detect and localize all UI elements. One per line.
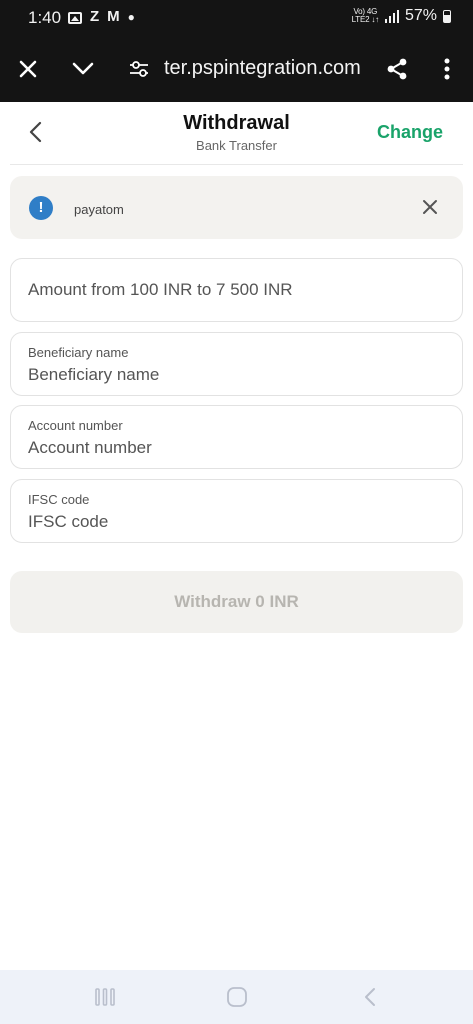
tune-icon[interactable] [125,55,153,83]
status-right: Vo) 4G LTE2 ↓↑ 57% [352,7,451,25]
gmail-icon: M [107,8,120,25]
beneficiary-input[interactable] [28,365,446,385]
status-time: 1:40 [28,8,62,27]
network-bottom: LTE2 ↓↑ [351,15,380,24]
screen: 1:40 Z M ● Vo) 4G LTE2 ↓↑ 57% ter.pspint… [0,0,473,1024]
account-input[interactable] [28,438,446,458]
ifsc-input[interactable] [28,512,446,532]
beneficiary-label: Beneficiary name [28,345,129,360]
chevron-down-icon[interactable] [69,55,97,83]
notification-icons: Z M ● [68,8,135,26]
more-vert-icon[interactable] [433,55,461,83]
ifsc-label: IFSC code [28,492,90,507]
browser-toolbar: ter.pspintegration.com [0,36,473,102]
beneficiary-field[interactable]: Beneficiary name [10,332,463,396]
info-banner: ! payatom [10,176,463,239]
account-field[interactable]: Account number [10,405,463,469]
z-app-icon: Z [90,8,100,25]
header-divider [10,164,463,165]
battery-icon [443,9,451,23]
system-nav-bar [0,970,473,1024]
back-nav-icon[interactable] [356,984,384,1010]
url-bar[interactable]: ter.pspintegration.com [164,57,361,80]
change-button[interactable]: Change [377,122,443,143]
amount-field[interactable] [10,258,463,322]
network-indicator: Vo) 4G LTE2 ↓↑ [351,8,380,24]
ifsc-field[interactable]: IFSC code [10,479,463,543]
page-header: Withdrawal Bank Transfer Change [0,102,473,166]
banner-text: payatom [74,202,124,217]
close-icon[interactable] [14,55,42,83]
signal-icon [384,9,399,23]
battery-percent: 57% [404,7,437,24]
share-icon[interactable] [383,55,411,83]
info-icon: ! [29,196,53,220]
dot-icon: ● [127,10,135,24]
account-label: Account number [28,418,123,433]
status-bar: 1:40 Z M ● Vo) 4G LTE2 ↓↑ 57% [0,0,473,36]
close-icon[interactable] [417,194,443,220]
amount-input[interactable] [28,280,446,300]
recents-icon[interactable] [91,984,119,1010]
photo-icon [68,12,82,24]
home-icon[interactable] [223,984,251,1010]
withdraw-button[interactable]: Withdraw 0 INR [10,571,463,633]
